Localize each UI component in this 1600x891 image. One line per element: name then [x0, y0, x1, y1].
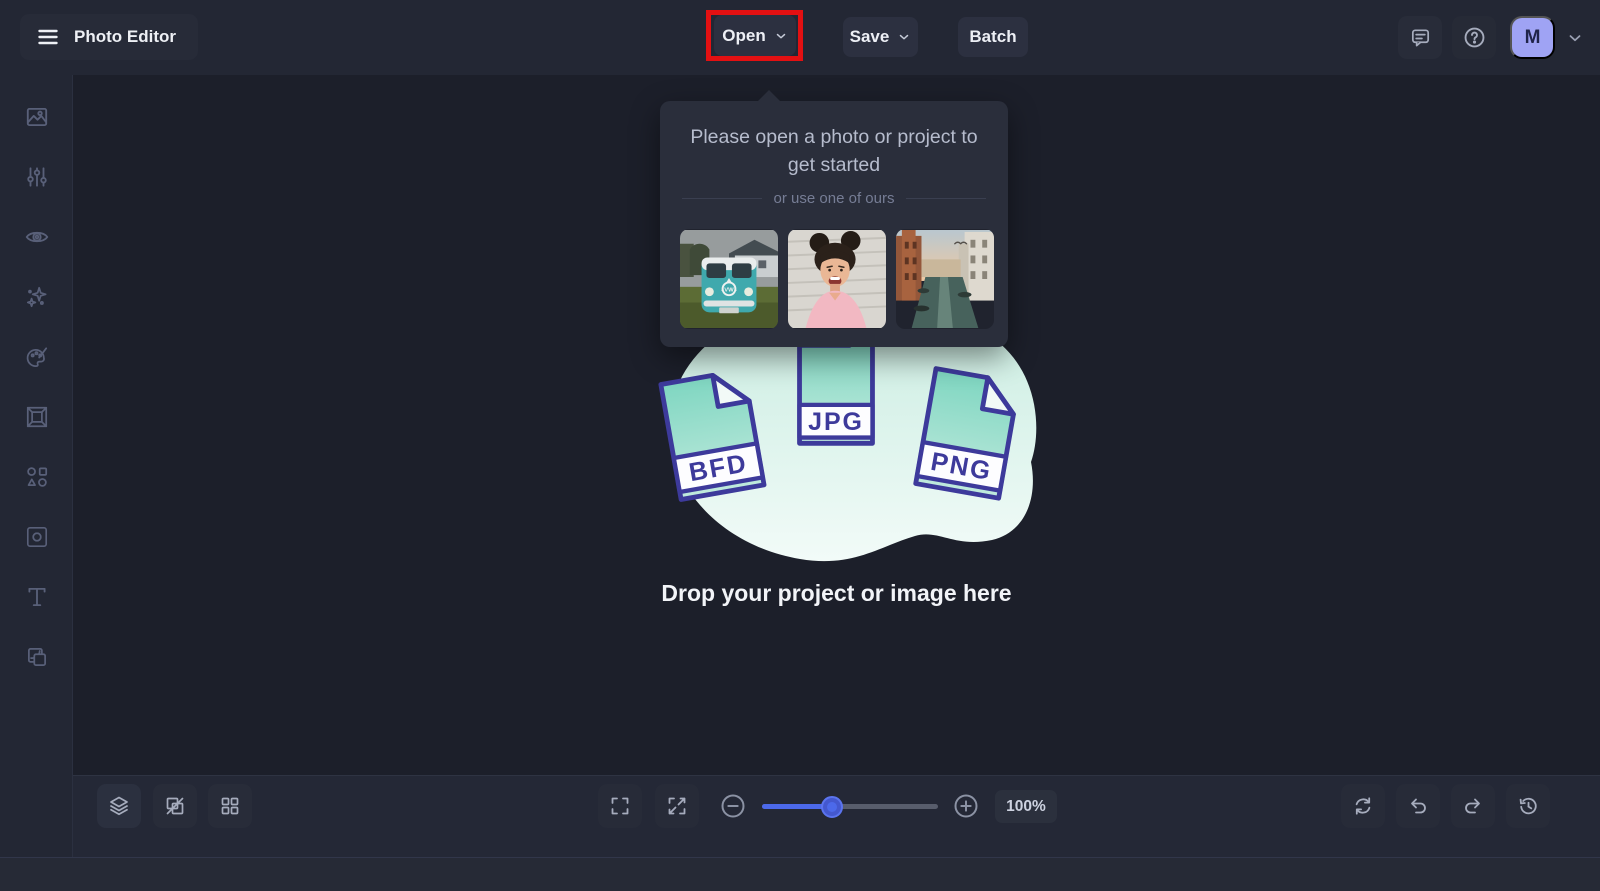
zoom-in-button[interactable]: [952, 792, 980, 820]
app-title: Photo Editor: [74, 27, 176, 47]
image-icon: [24, 104, 50, 130]
save-button-label: Save: [850, 27, 890, 47]
sliders-icon: [24, 164, 50, 190]
history-icon: [1516, 794, 1540, 818]
zoom-out-icon: [719, 792, 747, 820]
sidebar-item-edit[interactable]: [0, 95, 73, 139]
account-menu-chevron[interactable]: [1564, 27, 1586, 49]
sidebar-item-graphics[interactable]: [0, 455, 73, 499]
sidebar-item-touchup[interactable]: [0, 215, 73, 259]
batch-button[interactable]: Batch: [958, 17, 1028, 57]
popover-message: Please open a photo or project to get st…: [678, 123, 990, 179]
smiling-woman-photo: [788, 229, 886, 329]
tools-sidebar: [0, 75, 73, 857]
photo-editor-app: BFD JPG PNG Drop your: [0, 0, 1600, 891]
sidebar-item-overlays[interactable]: [0, 515, 73, 559]
avatar[interactable]: M: [1510, 16, 1555, 59]
grid-view-icon: [218, 794, 242, 818]
teal-van-photo: VW: [680, 229, 778, 329]
sample-image-woman[interactable]: [788, 229, 886, 329]
sidebar-item-artsy[interactable]: [0, 335, 73, 379]
main-menu-button[interactable]: Photo Editor: [20, 14, 198, 60]
feedback-icon: [1409, 26, 1432, 49]
frame-icon: [24, 404, 50, 430]
zoom-in-icon: [952, 792, 980, 820]
chevron-down-icon: [774, 29, 788, 43]
top-toolbar: Photo Editor Open Save Batch: [0, 0, 1600, 75]
grid-view-button[interactable]: [208, 784, 252, 828]
reset-button[interactable]: [1341, 784, 1385, 828]
palette-icon: [24, 344, 50, 370]
help-button[interactable]: [1452, 16, 1496, 59]
hamburger-icon: [36, 25, 60, 49]
status-strip: [0, 857, 1600, 891]
sample-image-row: VW: [680, 229, 994, 329]
open-hint-popover: Please open a photo or project to get st…: [660, 101, 1008, 347]
canvas-drop-zone[interactable]: BFD JPG PNG Drop your: [73, 75, 1600, 775]
popover-divider-label: or use one of ours: [774, 190, 895, 207]
redo-icon: [1461, 794, 1485, 818]
svg-text:VW: VW: [724, 288, 734, 294]
sidebar-item-textures[interactable]: [0, 635, 73, 679]
compare-button[interactable]: [153, 784, 197, 828]
fullscreen-button[interactable]: [598, 784, 642, 828]
sample-image-van[interactable]: VW: [680, 229, 778, 329]
redo-button[interactable]: [1451, 784, 1495, 828]
zoom-slider-handle[interactable]: [821, 796, 843, 818]
jpg-file-illustration: JPG: [788, 328, 884, 458]
chevron-down-icon: [897, 30, 911, 44]
drop-message: Drop your project or image here: [73, 580, 1600, 607]
popover-divider: or use one of ours: [660, 190, 1008, 207]
sidebar-item-text[interactable]: [0, 575, 73, 619]
undo-button[interactable]: [1396, 784, 1440, 828]
fullscreen-icon: [608, 794, 632, 818]
compare-icon: [163, 794, 187, 818]
fit-screen-icon: [665, 794, 689, 818]
save-button[interactable]: Save: [843, 17, 918, 57]
popover-arrow: [757, 90, 781, 102]
eye-icon: [24, 224, 50, 250]
open-button[interactable]: Open: [714, 15, 796, 56]
history-button[interactable]: [1506, 784, 1550, 828]
feedback-button[interactable]: [1398, 16, 1442, 59]
sidebar-item-adjust[interactable]: [0, 155, 73, 199]
undo-icon: [1406, 794, 1430, 818]
sample-image-canal[interactable]: [896, 229, 994, 329]
reset-icon: [1351, 794, 1375, 818]
sidebar-item-frames[interactable]: [0, 395, 73, 439]
sparkles-icon: [24, 284, 50, 310]
avatar-initial: M: [1525, 27, 1541, 49]
overlay-pattern-icon: [24, 524, 50, 550]
sidebar-item-effects[interactable]: [0, 275, 73, 319]
text-icon: [24, 584, 50, 610]
zoom-out-button[interactable]: [719, 792, 747, 820]
layered-squares-icon: [24, 644, 50, 670]
zoom-slider[interactable]: [762, 804, 938, 809]
layers-stack-icon: [107, 794, 131, 818]
layers-panel-button[interactable]: [97, 784, 141, 828]
chevron-down-icon: [1566, 29, 1584, 47]
venice-canal-photo: [896, 229, 994, 329]
shapes-icon: [24, 464, 50, 490]
zoom-level-badge[interactable]: 100%: [995, 790, 1057, 823]
help-icon: [1462, 25, 1487, 50]
fit-screen-button[interactable]: [655, 784, 699, 828]
batch-button-label: Batch: [969, 27, 1016, 47]
svg-text:JPG: JPG: [808, 408, 864, 436]
open-button-label: Open: [722, 26, 765, 46]
